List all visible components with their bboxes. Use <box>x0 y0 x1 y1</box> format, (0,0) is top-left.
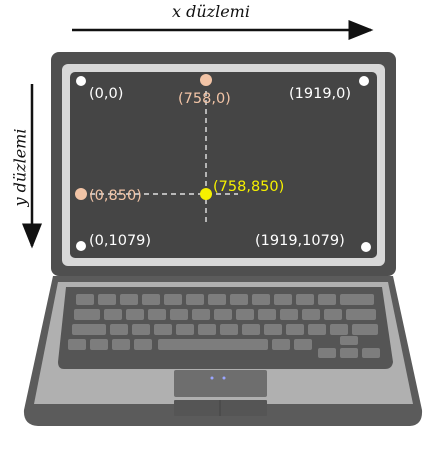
label-highlight-point: (758,850) <box>213 179 284 195</box>
label-bottom-right: (1919,1079) <box>255 233 345 249</box>
corner-dot-bottom-right <box>361 242 371 252</box>
indicator-light-left <box>210 376 214 380</box>
diagram-svg: (0,0) (1919,0) (0,1079) (1919,1079) (758… <box>22 20 423 426</box>
laptop-coordinate-diagram: x düzlemi y düzlemi (0,0) (1919,0) (0,10… <box>0 0 444 452</box>
corner-dot-bottom-left <box>76 241 86 251</box>
keyboard-keys <box>68 294 380 358</box>
indicator-light-right <box>222 376 226 380</box>
y-projection-dot <box>75 188 87 200</box>
x-axis-title: x düzlemi <box>172 2 250 21</box>
corner-dot-top-left <box>76 76 86 86</box>
highlight-point-dot <box>200 188 212 200</box>
label-top-left: (0,0) <box>89 86 123 102</box>
label-top-right: (1919,0) <box>289 86 351 102</box>
corner-dot-top-right <box>359 76 369 86</box>
label-x-projection: (758,0) <box>178 91 231 107</box>
y-axis-title: y düzlemi <box>10 128 30 207</box>
touchpad <box>174 370 267 397</box>
label-y-projection: (0,850) <box>89 188 142 204</box>
label-bottom-left: (0,1079) <box>89 233 151 249</box>
x-projection-dot <box>200 74 212 86</box>
